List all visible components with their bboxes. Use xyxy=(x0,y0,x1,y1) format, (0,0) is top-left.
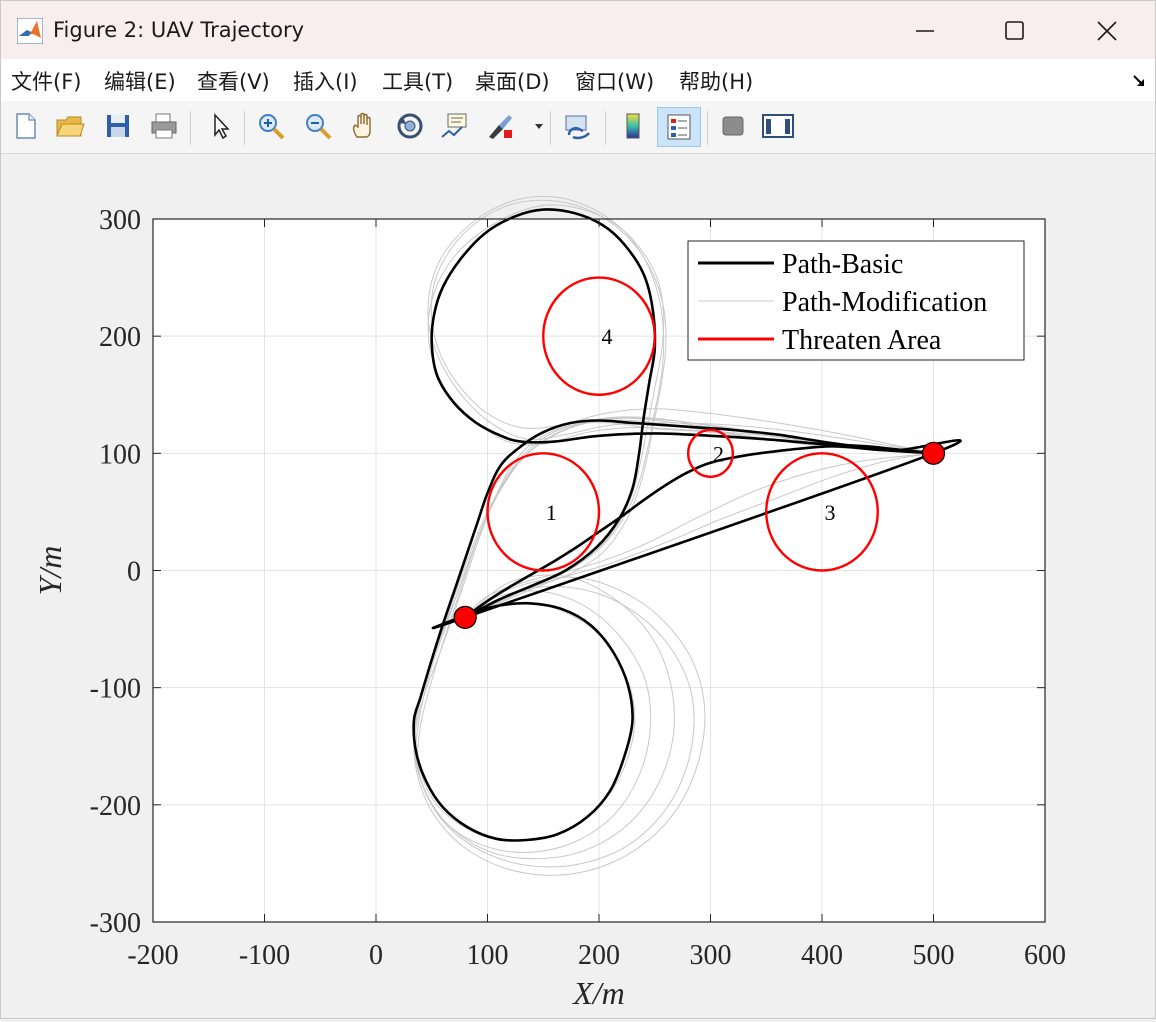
x-axis-label: X/m xyxy=(571,975,625,1011)
legend-label-path-basic: Path-Basic xyxy=(782,249,903,280)
rotate-3d-icon[interactable] xyxy=(393,109,427,143)
threat-label-1: 1 xyxy=(546,500,557,525)
menu-file[interactable]: 文件(F) xyxy=(11,66,81,96)
print-icon[interactable] xyxy=(147,109,181,143)
menu-tools[interactable]: 工具(T) xyxy=(382,66,453,96)
hide-plot-tools-icon[interactable] xyxy=(716,109,750,143)
save-icon[interactable] xyxy=(101,109,135,143)
y-tick-label: -300 xyxy=(90,908,141,939)
brush-icon[interactable] xyxy=(485,109,519,143)
maximize-button[interactable] xyxy=(985,11,1045,51)
maximize-icon xyxy=(1005,21,1024,40)
show-plot-tools-icon[interactable] xyxy=(761,109,795,143)
title-bar: Figure 2: UAV Trajectory xyxy=(1,1,1155,59)
data-cursor-icon[interactable] xyxy=(438,109,472,143)
x-tick-label: 600 xyxy=(1024,940,1066,971)
pan-hand-icon[interactable] xyxy=(347,109,381,143)
menu-insert[interactable]: 插入(I) xyxy=(293,66,358,96)
x-tick-label: 200 xyxy=(578,940,620,971)
trajectory-plot: 1234 -200 -100 0 100 200 300 400 500 600-300-200… xyxy=(32,195,1066,1011)
legend-label-threaten-area: Threaten Area xyxy=(782,325,942,356)
toolbar-separator xyxy=(605,111,606,145)
endpoint-marker xyxy=(453,605,477,629)
toolbar xyxy=(1,101,1155,154)
chevron-down-icon[interactable] xyxy=(534,123,544,131)
x-tick-label: 300 xyxy=(690,940,732,971)
menu-view[interactable]: 查看(V) xyxy=(197,66,270,96)
toolbar-separator xyxy=(707,111,708,145)
minimize-button[interactable] xyxy=(895,11,955,51)
open-folder-icon[interactable] xyxy=(53,109,87,143)
matlab-icon xyxy=(16,17,44,45)
new-file-icon[interactable] xyxy=(9,109,43,143)
threat-label-2: 2 xyxy=(713,441,724,466)
x-tick-label: -200 xyxy=(127,940,178,971)
dock-arrow-icon[interactable] xyxy=(1131,73,1147,89)
y-tick-label: -100 xyxy=(90,674,141,705)
x-tick-label: -100 xyxy=(239,940,290,971)
toolbar-separator xyxy=(244,111,245,145)
toolbar-separator xyxy=(550,111,551,145)
y-tick-label: 200 xyxy=(99,322,141,353)
x-tick-label: 400 xyxy=(801,940,843,971)
endpoint-marker xyxy=(921,441,946,465)
figure-window: Figure 2: UAV Trajectory 文件(F) 编辑(E) 查看(… xyxy=(0,0,1156,1019)
menu-edit[interactable]: 编辑(E) xyxy=(104,66,176,96)
x-tick-label: 500 xyxy=(913,940,955,971)
threat-label-4: 4 xyxy=(602,324,613,349)
y-tick-label: 0 xyxy=(127,557,141,588)
y-tick-label: -200 xyxy=(90,791,141,822)
y-tick-label: 300 xyxy=(99,205,141,236)
y-tick-label: 100 xyxy=(99,439,141,470)
x-tick-label: 100 xyxy=(467,940,509,971)
menu-desktop[interactable]: 桌面(D) xyxy=(475,66,550,96)
window-title: Figure 2: UAV Trajectory xyxy=(53,18,305,42)
close-button[interactable] xyxy=(1077,11,1137,51)
y-axis-label: Y/m xyxy=(32,546,68,596)
zoom-out-icon[interactable] xyxy=(301,109,335,143)
threat-label-3: 3 xyxy=(825,500,836,525)
colorbar-icon[interactable] xyxy=(616,109,650,143)
toolbar-separator xyxy=(190,111,191,145)
legend-icon[interactable] xyxy=(657,107,701,147)
close-icon xyxy=(1097,21,1117,41)
legend-label-path-modification: Path-Modification xyxy=(782,287,987,318)
menu-window[interactable]: 窗口(W) xyxy=(575,66,654,96)
figure-canvas: 1234 -200 -100 0 100 200 300 400 500 600 -300 -200… xyxy=(1,153,1155,1020)
zoom-in-icon[interactable] xyxy=(254,109,288,143)
pointer-icon[interactable] xyxy=(203,109,237,143)
minimize-icon xyxy=(916,30,934,32)
link-plot-icon[interactable] xyxy=(561,109,595,143)
legend[interactable]: Path-Basic Path-Modification Threaten Ar… xyxy=(687,240,1025,361)
menu-help[interactable]: 帮助(H) xyxy=(679,66,753,96)
menu-bar: 文件(F) 编辑(E) 查看(V) 插入(I) 工具(T) 桌面(D) 窗口(W… xyxy=(1,59,1155,102)
x-tick-label: 0 xyxy=(369,940,383,971)
